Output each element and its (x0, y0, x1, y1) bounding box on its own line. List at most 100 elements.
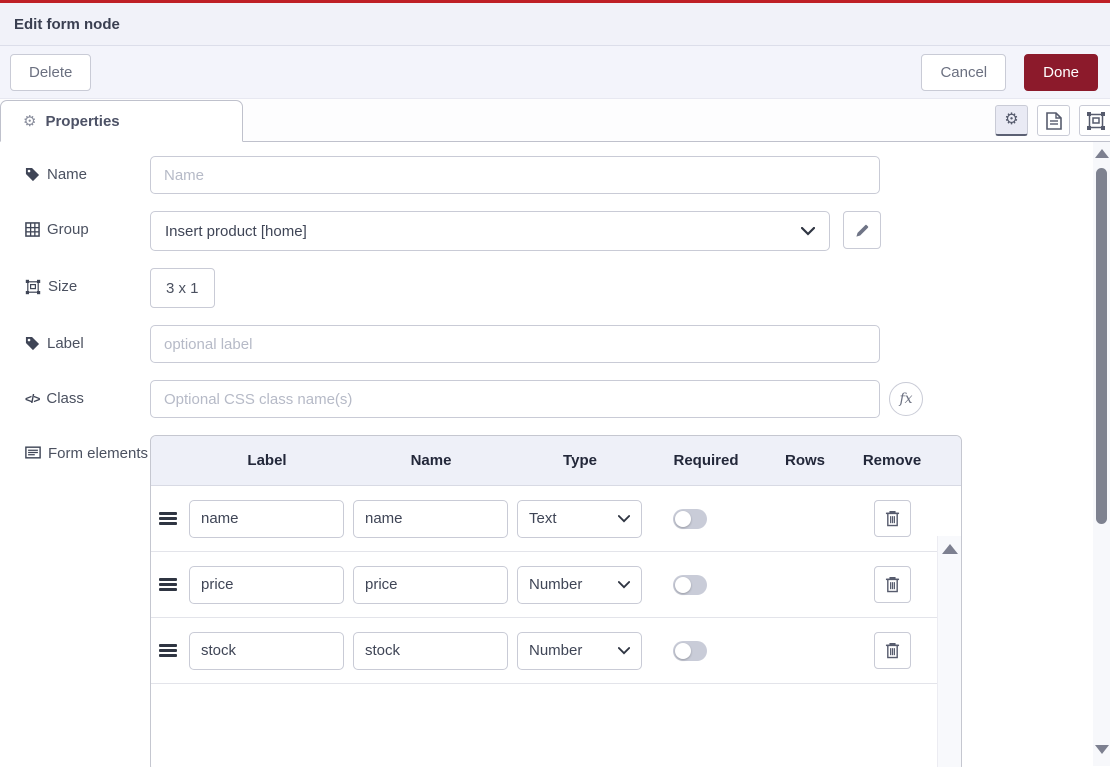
label-label-group: Label (25, 325, 150, 363)
element-type-value: Number (529, 576, 618, 593)
tab-properties-label: Properties (45, 113, 119, 130)
trash-icon (885, 510, 900, 527)
form-elements-body: Text (151, 486, 961, 767)
chevron-down-icon (801, 227, 815, 236)
class-label: Class (46, 389, 84, 409)
done-button[interactable]: Done (1024, 54, 1098, 91)
element-label-input[interactable] (189, 632, 344, 670)
editor-tabbar: ⚙ Properties ⚙ (0, 99, 1110, 142)
drag-handle-icon[interactable] (159, 512, 177, 525)
element-name-input[interactable] (353, 632, 508, 670)
form-row-size: Size 3 x 1 (25, 268, 1110, 308)
name-label: Name (47, 165, 87, 185)
toggle-knob (675, 511, 691, 527)
remove-element-button[interactable] (874, 566, 911, 603)
size-button[interactable]: 3 x 1 (150, 268, 215, 308)
form-row-label: Label (25, 325, 1110, 363)
edit-group-button[interactable] (843, 211, 881, 249)
group-select-value: Insert product [home] (165, 223, 801, 240)
edit-form-node-dialog: Edit form node Delete Cancel Done ⚙ Prop… (0, 0, 1110, 767)
scroll-down-icon[interactable] (1095, 745, 1109, 754)
table-scrollbar[interactable] (937, 536, 961, 767)
class-field-group: fx (150, 380, 923, 418)
chevron-down-icon (618, 515, 630, 523)
trash-icon (885, 642, 900, 659)
col-header-required: Required (647, 452, 765, 469)
remove-element-button[interactable] (874, 500, 911, 537)
document-icon (1046, 112, 1062, 130)
class-input[interactable] (150, 380, 880, 418)
tab-properties[interactable]: ⚙ Properties (0, 100, 243, 142)
toggle-knob (675, 643, 691, 659)
size-icon (25, 279, 41, 295)
form-list-icon (25, 446, 41, 459)
scrollbar-thumb[interactable] (1096, 168, 1107, 524)
dialog-header: Edit form node (0, 3, 1110, 46)
group-select[interactable]: Insert product [home] (150, 211, 830, 251)
editor-view-buttons: ⚙ (995, 105, 1098, 136)
col-header-label: Label (185, 452, 349, 469)
form-elements-table: Label Name Type Required Rows Remove (150, 435, 962, 767)
dialog-toolbar: Delete Cancel Done (0, 46, 1110, 99)
element-type-value: Text (529, 510, 618, 527)
table-row: Text (151, 486, 939, 552)
appearance-icon (1086, 111, 1106, 131)
toggle-knob (675, 577, 691, 593)
drag-handle-icon[interactable] (159, 644, 177, 657)
required-toggle[interactable] (673, 641, 707, 661)
properties-form: Name Group Insert product (0, 142, 1110, 767)
pencil-icon (855, 223, 870, 238)
chevron-down-icon (618, 581, 630, 589)
form-row-name: Name (25, 156, 1110, 194)
element-name-input[interactable] (353, 500, 508, 538)
tag-icon (25, 336, 40, 351)
tag-icon (25, 167, 40, 182)
scroll-up-icon[interactable] (942, 544, 958, 554)
form-elements-label: Form elements (48, 444, 148, 464)
remove-element-button[interactable] (874, 632, 911, 669)
col-header-rows: Rows (765, 452, 845, 469)
col-header-remove: Remove (845, 452, 939, 469)
properties-view-button[interactable]: ⚙ (995, 105, 1028, 136)
required-toggle[interactable] (673, 509, 707, 529)
label-input[interactable] (150, 325, 880, 363)
cancel-button[interactable]: Cancel (921, 54, 1006, 91)
properties-panel: Name Group Insert product (0, 142, 1110, 766)
table-row: Number (151, 618, 939, 684)
col-header-type: Type (513, 452, 647, 469)
dynamic-property-fx-button[interactable]: fx (889, 382, 923, 416)
description-view-button[interactable] (1037, 105, 1070, 136)
col-header-name: Name (349, 452, 513, 469)
element-type-select[interactable]: Text (517, 500, 642, 538)
chevron-down-icon (618, 647, 630, 655)
panel-scrollbar[interactable] (1093, 142, 1110, 766)
gear-icon: ⚙ (23, 114, 36, 129)
element-label-input[interactable] (189, 500, 344, 538)
gear-icon: ⚙ (1004, 112, 1018, 128)
name-label-group: Name (25, 156, 150, 194)
element-label-input[interactable] (189, 566, 344, 604)
element-type-select[interactable]: Number (517, 566, 642, 604)
group-label: Group (47, 220, 89, 240)
table-row: Number (151, 552, 939, 618)
element-name-input[interactable] (353, 566, 508, 604)
drag-handle-icon[interactable] (159, 578, 177, 591)
form-elements-header: Label Name Type Required Rows Remove (151, 436, 961, 486)
table-icon (25, 222, 40, 237)
delete-button[interactable]: Delete (10, 54, 91, 91)
group-label-group: Group (25, 211, 150, 251)
code-icon: </> (25, 391, 39, 407)
element-type-select[interactable]: Number (517, 632, 642, 670)
class-label-group: </> Class (25, 380, 150, 418)
element-type-value: Number (529, 642, 618, 659)
name-input[interactable] (150, 156, 880, 194)
dialog-title: Edit form node (14, 16, 120, 33)
form-row-class: </> Class fx (25, 380, 1110, 418)
form-row-group: Group Insert product [home] (25, 211, 1110, 251)
size-label: Size (48, 277, 77, 297)
form-elements-label-group: Form elements (25, 435, 150, 767)
required-toggle[interactable] (673, 575, 707, 595)
size-label-group: Size (25, 268, 150, 308)
scroll-up-icon[interactable] (1095, 149, 1109, 158)
appearance-view-button[interactable] (1079, 105, 1110, 136)
